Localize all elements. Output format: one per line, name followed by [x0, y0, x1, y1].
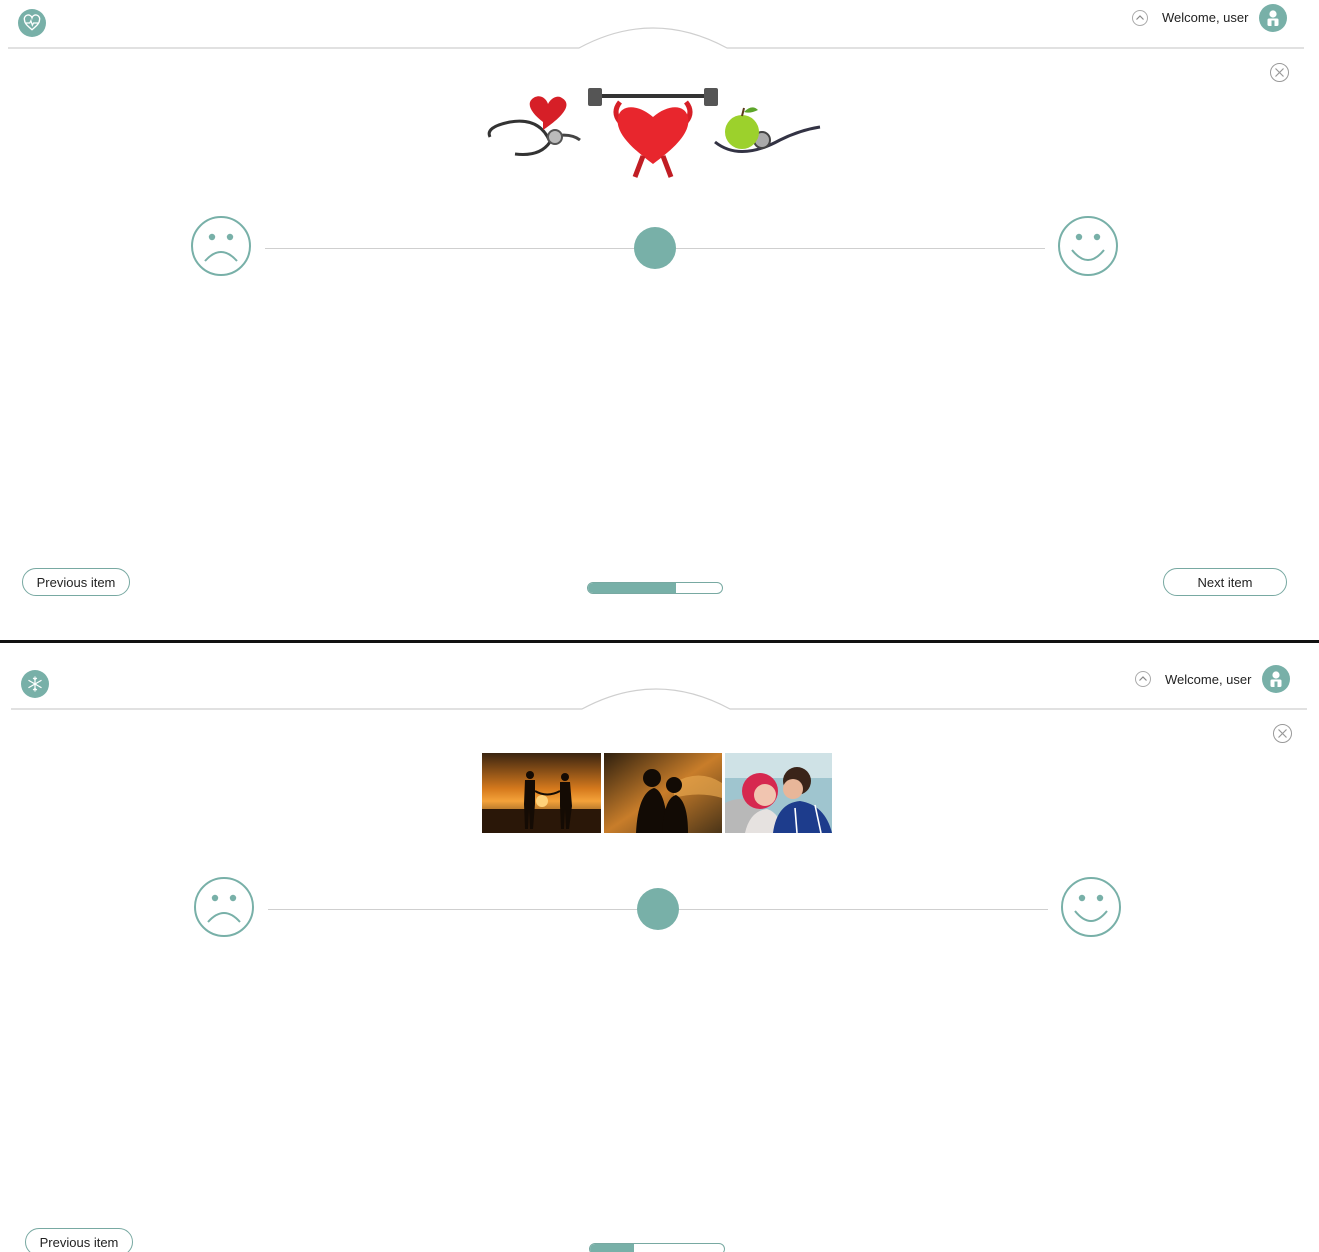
header-divider [8, 27, 1304, 49]
couples-photo-strip [482, 753, 832, 833]
progress-bar-fill [588, 583, 677, 593]
user-avatar-icon[interactable] [1262, 665, 1290, 693]
chevron-up-icon[interactable] [1131, 9, 1149, 27]
progress-bar-fill [590, 1244, 635, 1252]
silhouette-couple-photo [604, 753, 722, 833]
close-icon[interactable] [1272, 723, 1293, 744]
rating-slider-thumb[interactable] [634, 227, 676, 269]
sad-face-icon[interactable] [190, 215, 252, 277]
chevron-up-icon[interactable] [1134, 670, 1152, 688]
progress-bar [587, 582, 723, 594]
survey-screen-1: Welcome, user Previous item Next item [0, 0, 1319, 640]
kissing-couple-photo [725, 753, 832, 833]
sunset-couple-photo [482, 753, 601, 833]
survey-screen-2: Welcome, user Previous item [0, 643, 1319, 1252]
close-icon[interactable] [1269, 62, 1290, 83]
welcome-text: Welcome, user [1165, 672, 1252, 687]
next-item-button[interactable]: Next item [1163, 568, 1287, 596]
welcome-text: Welcome, user [1162, 10, 1249, 25]
previous-item-button[interactable]: Previous item [22, 568, 130, 596]
happy-face-icon[interactable] [1057, 215, 1119, 277]
header-divider [11, 688, 1307, 710]
rating-slider-thumb[interactable] [637, 888, 679, 930]
happy-face-icon[interactable] [1060, 876, 1122, 938]
sad-face-icon[interactable] [193, 876, 255, 938]
heart-pulse-icon[interactable] [18, 9, 46, 37]
user-avatar-icon[interactable] [1259, 4, 1287, 32]
previous-item-button[interactable]: Previous item [25, 1228, 133, 1252]
progress-bar [589, 1243, 725, 1252]
heart-fitness-illustration [487, 88, 821, 178]
snowflake-icon[interactable] [21, 670, 49, 698]
